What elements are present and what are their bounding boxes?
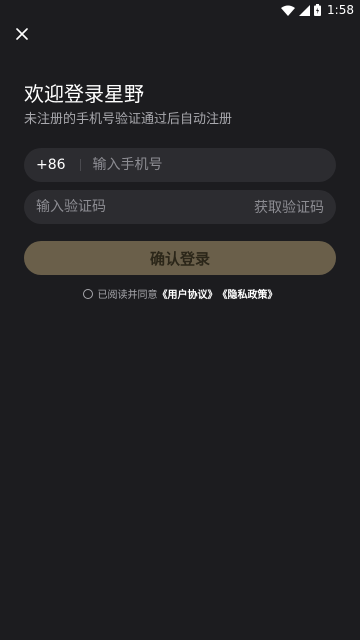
phone-input[interactable] [92,157,336,173]
status-time: 1:58 [327,3,354,17]
close-button[interactable] [12,24,32,44]
status-icons [281,4,322,16]
page-title: 欢迎登录星野 [24,82,144,106]
code-field: 获取验证码 [24,190,336,224]
battery-icon [314,4,322,16]
privacy-policy-link[interactable]: 《隐私政策》 [218,286,278,301]
signal-icon [299,4,311,16]
page-subtitle: 未注册的手机号验证通过后自动注册 [24,112,233,127]
phone-field: +86 [24,148,336,182]
agreement-prefix: 已阅读并同意 [97,290,158,301]
agreement-row: 已阅读并同意 《用户协议》 《隐私政策》 [0,286,360,301]
user-agreement-link[interactable]: 《用户协议》 [158,286,218,301]
status-bar: 1:58 [0,0,360,20]
confirm-login-button[interactable]: 确认登录 [24,241,336,275]
code-input[interactable] [36,199,254,215]
field-divider [79,159,81,171]
close-icon [16,28,28,40]
get-code-button[interactable]: 获取验证码 [254,197,324,217]
country-code-selector[interactable]: +86 [36,157,66,173]
wifi-icon [281,5,296,16]
agreement-checkbox[interactable] [82,288,93,299]
